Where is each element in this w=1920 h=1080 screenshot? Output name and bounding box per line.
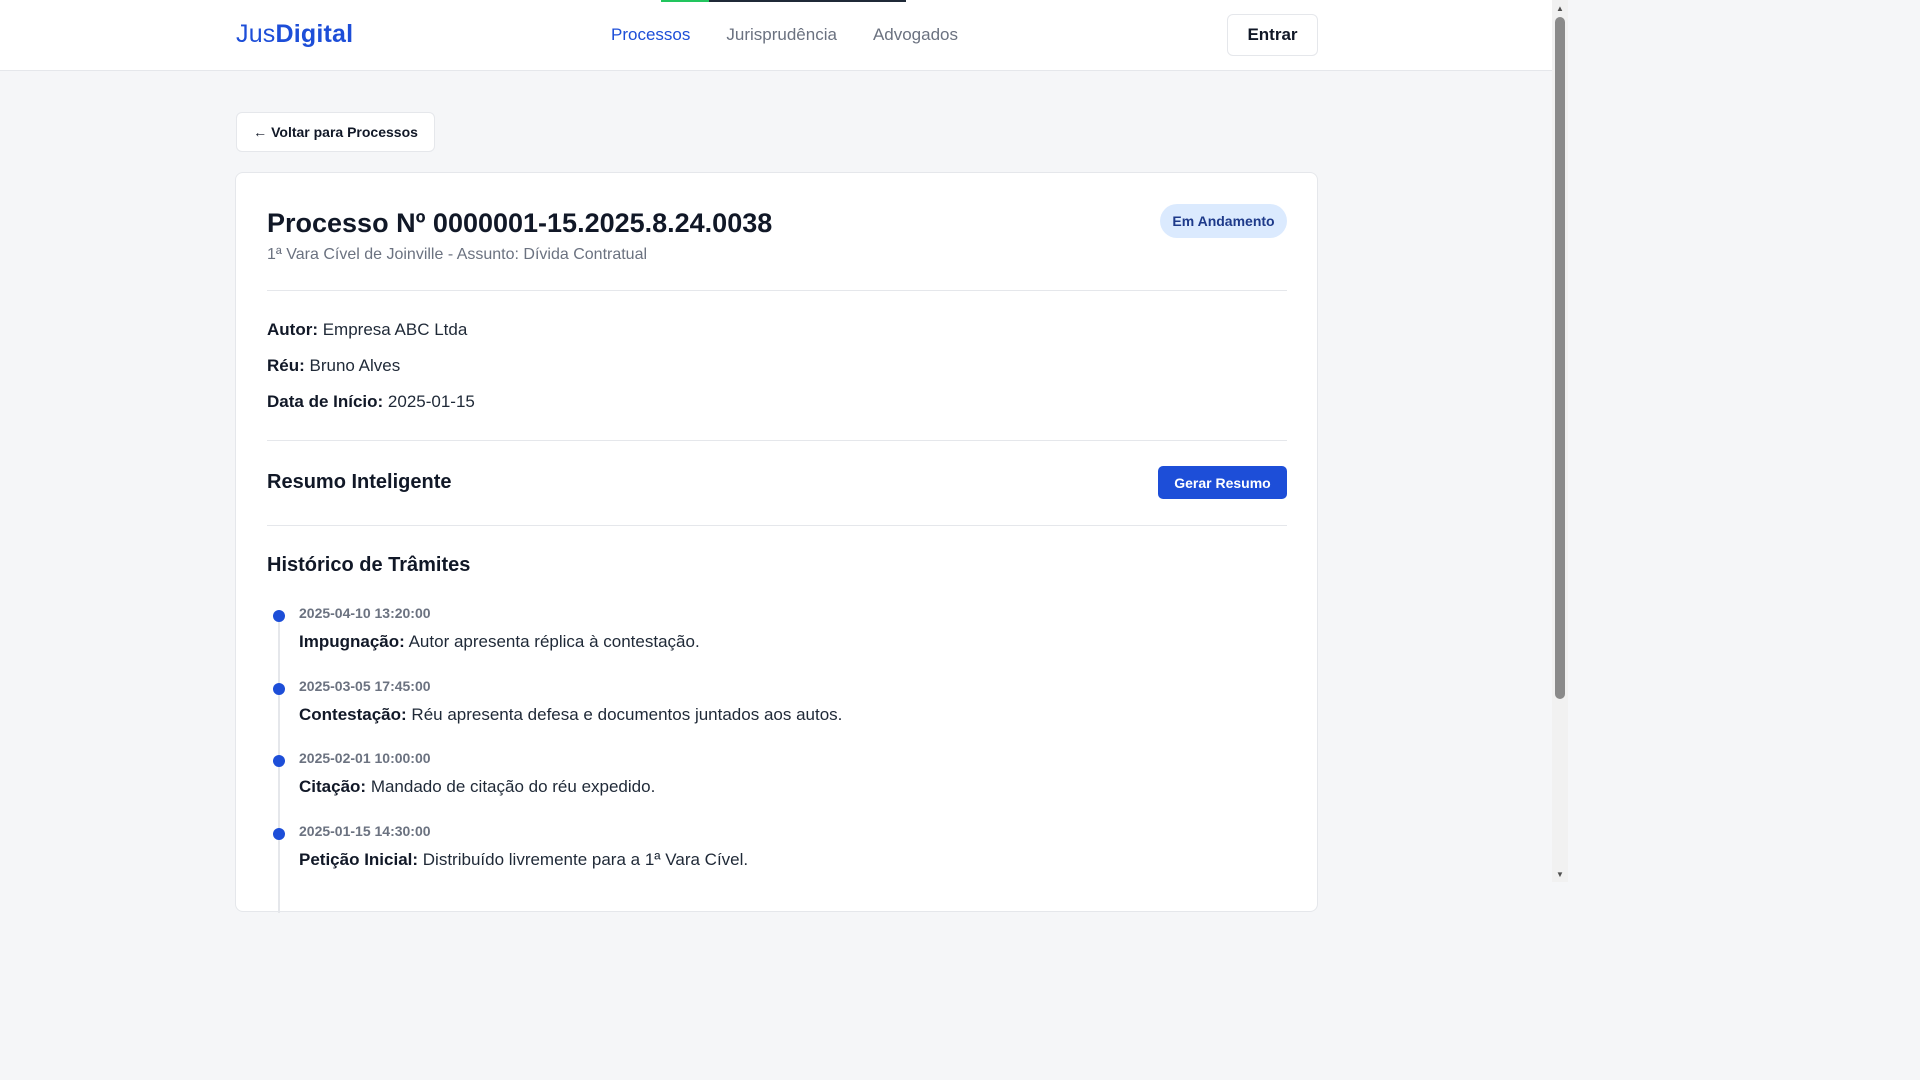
arrow-left-icon: ← — [253, 124, 268, 140]
history-section-title: Histórico de Trâmites — [267, 554, 471, 576]
timeline-text: Autor apresenta réplica à contestação. — [408, 632, 700, 651]
timeline-text: Mandado de citação do réu expedido. — [370, 777, 656, 796]
field-value: Bruno Alves — [309, 356, 401, 375]
field-autor: Autor: Empresa ABC Ltda — [267, 320, 467, 340]
field-label: Réu: — [267, 356, 305, 375]
timeline-description: Contestação: Réu apresenta defesa e docu… — [299, 705, 842, 725]
status-badge: Em Andamento — [1160, 204, 1287, 238]
logo[interactable]: JusDigital — [236, 20, 353, 49]
back-to-processes-button[interactable]: ← Voltar para Processos — [236, 112, 435, 152]
timeline-dot-icon — [273, 755, 285, 767]
field-data-inicio: Data de Início: 2025-01-15 — [267, 392, 475, 412]
scroll-down-arrow-icon[interactable]: ▼ — [1552, 866, 1568, 882]
process-detail-card: Processo Nº 0000001-15.2025.8.24.0038 1ª… — [235, 172, 1318, 913]
page-title: Processo Nº 0000001-15.2025.8.24.0038 — [267, 208, 773, 238]
timeline-type: Citação: — [299, 777, 367, 796]
nav-item-advogados[interactable]: Advogados — [873, 25, 958, 45]
timeline-description: Petição Inicial: Distribuído livremente … — [299, 850, 748, 870]
page-loading-bar — [661, 0, 906, 2]
logo-suffix: Digital — [275, 20, 354, 48]
timeline-description: Impugnação: Autor apresenta réplica à co… — [299, 632, 700, 652]
main-nav: Processos Jurisprudência Advogados — [611, 25, 958, 45]
field-reu: Réu: Bruno Alves — [267, 356, 400, 376]
divider — [267, 525, 1287, 526]
timeline-date: 2025-04-10 13:20:00 — [299, 605, 431, 621]
divider — [267, 440, 1287, 441]
summary-section-title: Resumo Inteligente — [267, 471, 452, 493]
field-value: Empresa ABC Ltda — [322, 320, 468, 339]
logo-prefix: Jus — [236, 20, 276, 48]
timeline-type: Contestação: — [299, 705, 407, 724]
field-label: Data de Início: — [267, 392, 384, 411]
nav-item-processos[interactable]: Processos — [611, 25, 690, 45]
vertical-scrollbar[interactable]: ▲ ▼ — [1552, 0, 1568, 882]
timeline-date: 2025-01-15 14:30:00 — [299, 823, 431, 839]
back-button-label: Voltar para Processos — [271, 124, 418, 140]
nav-item-jurisprudencia[interactable]: Jurisprudência — [726, 25, 837, 45]
timeline-dot-icon — [273, 828, 285, 840]
timeline-date: 2025-03-05 17:45:00 — [299, 678, 431, 694]
generate-summary-button[interactable]: Gerar Resumo — [1158, 466, 1287, 499]
field-value: 2025-01-15 — [387, 392, 475, 411]
divider — [267, 290, 1287, 291]
timeline-description: Citação: Mandado de citação do réu exped… — [299, 777, 655, 797]
scrollbar-thumb[interactable] — [1555, 17, 1565, 699]
timeline-type: Impugnação: — [299, 632, 405, 651]
top-navbar: JusDigital Processos Jurisprudência Advo… — [0, 0, 1552, 71]
timeline-type: Petição Inicial: — [299, 850, 419, 869]
login-button[interactable]: Entrar — [1227, 14, 1318, 56]
timeline-date: 2025-02-01 10:00:00 — [299, 750, 431, 766]
timeline-text: Réu apresenta defesa e documentos juntad… — [411, 705, 843, 724]
timeline-dot-icon — [273, 610, 285, 622]
timeline-text: Distribuído livremente para a 1ª Vara Cí… — [422, 850, 749, 869]
scroll-up-arrow-icon[interactable]: ▲ — [1552, 0, 1568, 16]
field-label: Autor: — [267, 320, 318, 339]
timeline-dot-icon — [273, 683, 285, 695]
process-subtitle: 1ª Vara Cível de Joinville - Assunto: Dí… — [267, 246, 648, 263]
